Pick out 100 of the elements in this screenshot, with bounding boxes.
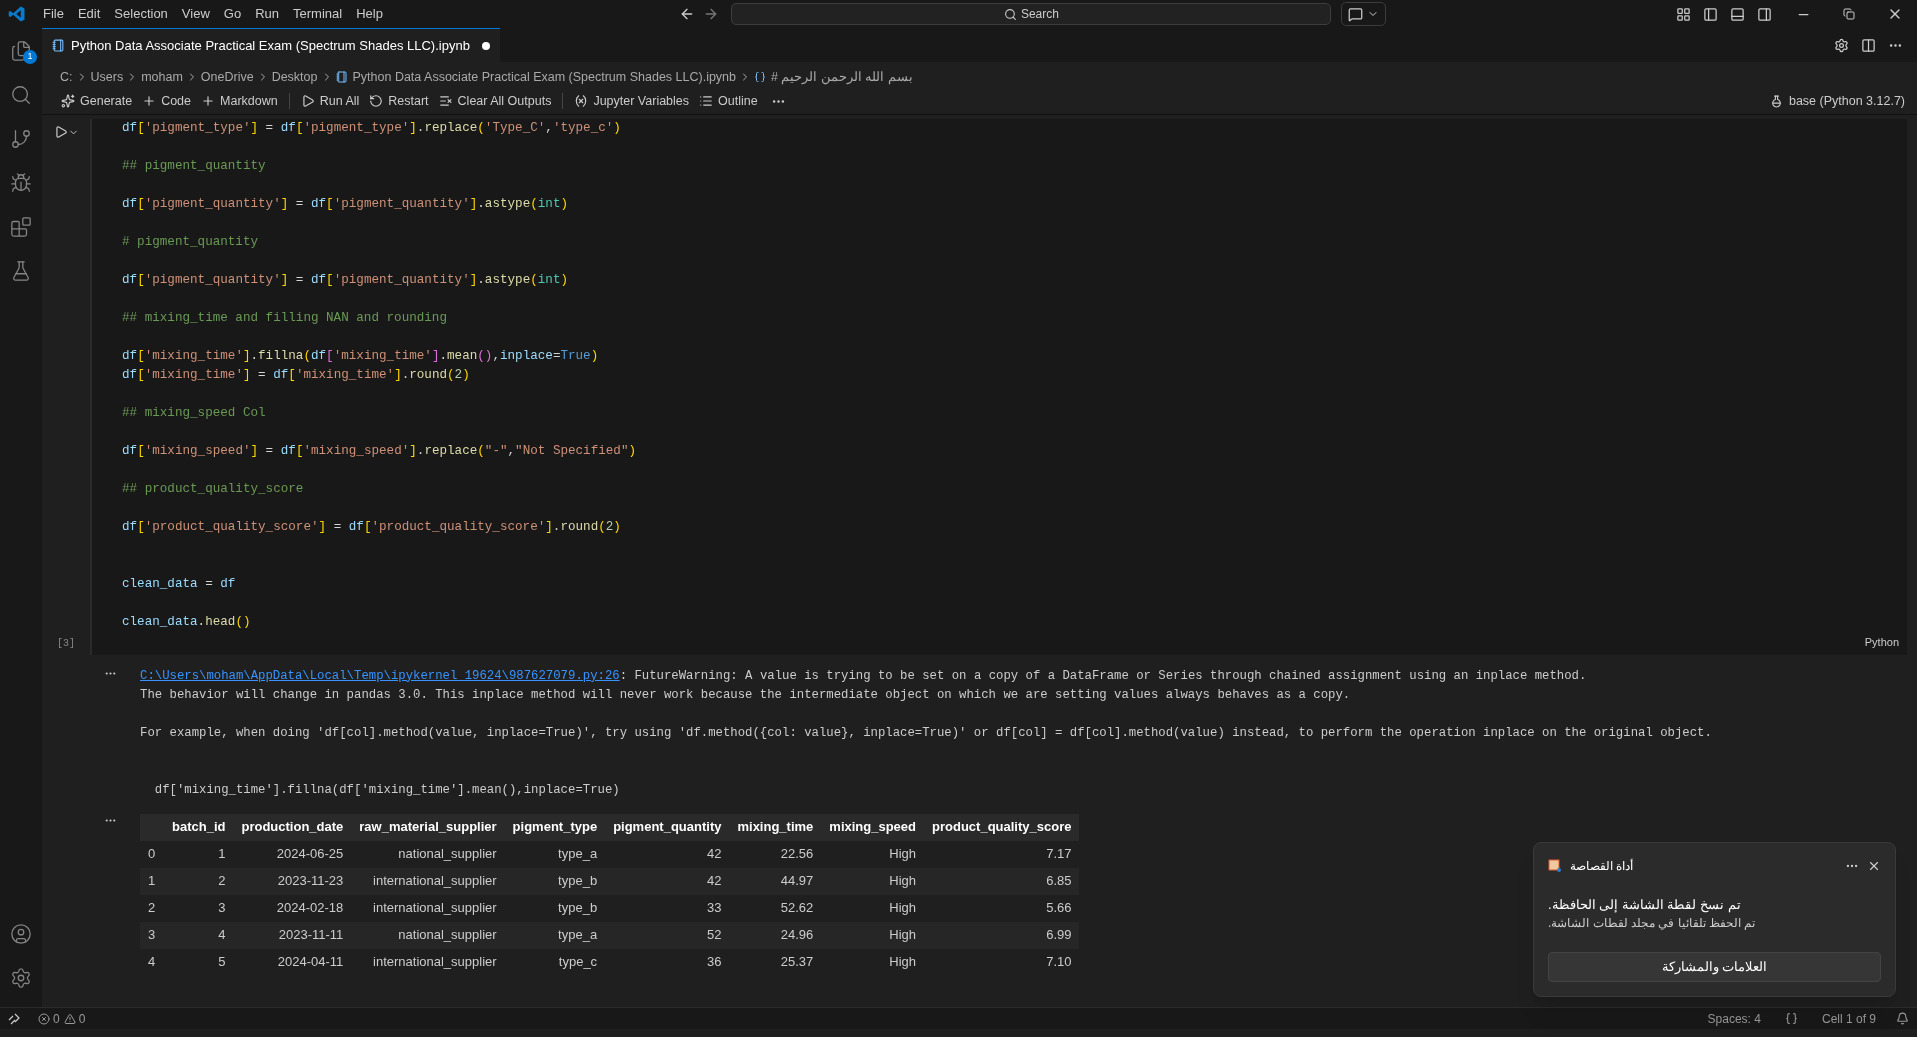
error-icon[interactable] [38, 1012, 50, 1025]
menu-item[interactable]: Terminal [286, 4, 350, 24]
layout-icon[interactable] [1676, 6, 1691, 22]
table-cell: international_supplier [351, 948, 505, 976]
menu-item[interactable]: Help [349, 4, 390, 24]
settings-icon[interactable] [1834, 37, 1849, 53]
row-index: 0 [140, 840, 164, 868]
chat-button[interactable] [1341, 2, 1387, 26]
restore-icon[interactable] [1843, 8, 1855, 20]
table-cell: international_supplier [351, 894, 505, 922]
snipping-tool-icon [1548, 858, 1562, 873]
table-cell: High [821, 894, 925, 922]
row-index: 2 [140, 894, 164, 922]
code-line: clean_data.head() [122, 614, 251, 631]
warning-text: C:\Users\moham\AppData\Local\Temp\ipykernel_19624\987627079.py:26: FutureWarning: A value is trying to be set on a copy of a DataFrame or Series through chained assignment using an inplace method. [140, 667, 1587, 685]
menu-item[interactable]: View [174, 4, 217, 24]
toolbar-button[interactable]: Clear All Outputs [433, 90, 557, 112]
table-cell: 24.96 [729, 921, 822, 949]
settings-icon[interactable] [10, 967, 32, 989]
braces-icon[interactable] [1784, 1012, 1798, 1025]
split-editor-icon[interactable] [1861, 37, 1876, 53]
panel-bottom-icon[interactable] [1730, 6, 1745, 22]
markup-share-button[interactable]: العلامات والمشاركة [1548, 952, 1881, 982]
table-cell: 42 [605, 840, 730, 868]
branch-icon[interactable] [10, 128, 32, 150]
table-cell: 3 [164, 894, 234, 922]
table-cell: 52 [605, 921, 730, 949]
menu-item[interactable]: Edit [70, 4, 108, 24]
restart-icon [369, 94, 384, 108]
variables-icon [574, 94, 589, 108]
output-text: df['mixing_time'].fillna(df['mixing_time'].mean(),inplace=True) [153, 781, 620, 799]
cell-language[interactable]: Python [1864, 634, 1899, 651]
file-link[interactable]: C:\Users\moham\AppData\Local\Temp\ipykernel_19624\987627079.py:26 [140, 668, 620, 683]
table-cell: High [821, 921, 925, 949]
plus-icon [142, 94, 157, 108]
breadcrumb-item[interactable]: OneDrive [200, 67, 254, 87]
breadcrumb-item[interactable]: C: [60, 67, 73, 87]
editor-tab[interactable]: Python Data Associate Practical Exam (Spectrum Shades LLC).ipynb [42, 28, 500, 62]
toolbar-button[interactable]: Code [137, 90, 196, 112]
bell-icon[interactable] [1896, 1012, 1909, 1025]
toolbar-button[interactable]: Markdown [196, 90, 283, 112]
panel-right-icon[interactable] [1757, 6, 1772, 22]
search-field[interactable]: Search [731, 3, 1332, 25]
indentation-status[interactable]: Spaces: 4 [1707, 1009, 1761, 1028]
table-cell: type_c [504, 948, 606, 976]
debug-icon[interactable] [10, 172, 32, 194]
code-line: df['pigment_type'] = df['pigment_type'].replace('Type_C','type_c') [122, 120, 621, 137]
table-cell: 2024-02-18 [233, 894, 352, 922]
table-cell: 2024-04-11 [233, 948, 352, 976]
menu-item[interactable]: Go [216, 4, 249, 24]
remote-icon[interactable] [8, 1012, 20, 1025]
notebook-icon [52, 39, 65, 52]
panel-left-icon[interactable] [1703, 6, 1718, 22]
files-icon[interactable] [10, 40, 32, 62]
toolbar-button[interactable]: Run All [295, 90, 365, 112]
table-cell: 2 [164, 867, 234, 895]
breadcrumb-item[interactable]: Users [90, 67, 124, 87]
table-cell: 6.85 [924, 867, 1080, 895]
symbol-icon [754, 71, 766, 83]
account-icon[interactable] [10, 923, 32, 945]
chat-icon [1348, 6, 1364, 22]
menu-item[interactable]: Run [248, 4, 286, 24]
warning-count[interactable]: 0 [78, 1009, 86, 1028]
code-comment: ## mixing_time and filling NAN and rounding [122, 310, 447, 327]
logo-icon [8, 5, 26, 23]
table-cell: 25.37 [729, 948, 822, 976]
code-line: df['pigment_quantity'] = df['pigment_quantity'].astype(int) [122, 196, 568, 213]
flask-icon[interactable] [10, 260, 32, 282]
toolbar-button[interactable]: Generate [56, 90, 138, 112]
table-cell: 4 [164, 921, 234, 949]
table-cell: type_a [504, 840, 606, 868]
menu-item[interactable]: File [36, 4, 71, 24]
table-cell: international_supplier [351, 867, 505, 895]
table-cell: 6.99 [924, 921, 1080, 949]
toolbar-button[interactable]: Restart [364, 90, 434, 112]
table-cell: 44.97 [729, 867, 822, 895]
toolbar-button[interactable]: Outline [694, 90, 763, 112]
error-count[interactable]: 0 [53, 1009, 60, 1028]
breadcrumb-item[interactable]: Desktop [271, 67, 318, 87]
extensions-icon[interactable] [10, 216, 32, 238]
table-cell: High [821, 867, 925, 895]
table-cell: 1 [164, 840, 234, 868]
app-name: أداة القصاصة [1570, 857, 1634, 875]
table-cell: 22.56 [729, 840, 822, 868]
notebook-icon [335, 71, 348, 83]
code-comment: ## pigment_quantity [122, 158, 266, 175]
breadcrumb-item[interactable]: # بسم الله الرحمن الرحيم [771, 67, 913, 87]
toolbar-button[interactable]: Jupyter Variables [569, 90, 695, 112]
breadcrumb-item[interactable]: moham [141, 67, 183, 87]
search-icon [1003, 7, 1017, 21]
cell-status[interactable]: Cell 1 of 9 [1821, 1009, 1876, 1028]
menu-item[interactable]: Selection [107, 4, 175, 24]
run-cell-icon[interactable] [53, 125, 68, 139]
code-comment: ## mixing_speed Col [122, 405, 266, 422]
table-cell: 2023-11-11 [233, 921, 352, 949]
search-icon[interactable] [10, 84, 32, 106]
breadcrumb-item[interactable]: Python Data Associate Practical Exam (Spectrum Shades LLC).ipynb [352, 67, 736, 87]
kernel-picker[interactable]: base (Python 3.12.7) [1788, 91, 1905, 111]
clear-list-icon [438, 94, 453, 108]
warning-icon[interactable] [63, 1012, 76, 1025]
